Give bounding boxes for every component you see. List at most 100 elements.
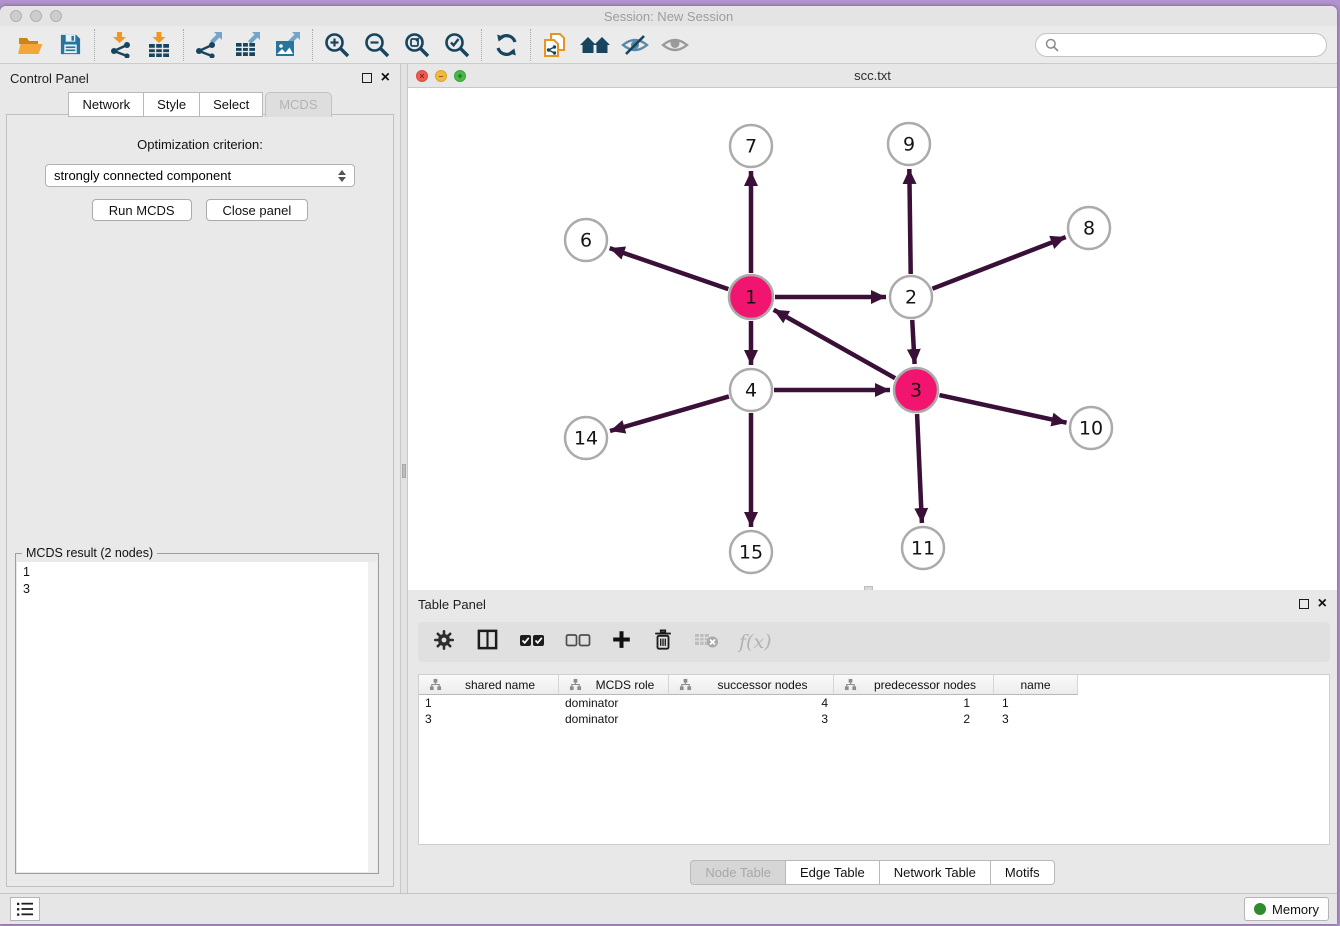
table-row[interactable]: 1dominator411 bbox=[419, 695, 1329, 711]
svg-text:9: 9 bbox=[903, 134, 915, 156]
result-line: 3 bbox=[23, 581, 377, 598]
import-network-button[interactable] bbox=[99, 28, 139, 62]
export-network-button[interactable] bbox=[188, 28, 228, 62]
zoom-fit-button[interactable] bbox=[397, 28, 437, 62]
save-session-button[interactable] bbox=[50, 28, 90, 62]
tab-network[interactable]: Network bbox=[68, 92, 144, 117]
column-header-shared-name[interactable]: shared name bbox=[419, 675, 559, 695]
tab-mcds[interactable]: MCDS bbox=[265, 92, 331, 117]
column-header-MCDS-role[interactable]: MCDS role bbox=[559, 675, 669, 695]
net-zoom-icon[interactable]: + bbox=[454, 70, 466, 82]
deselect-all-checkboxes-button[interactable] bbox=[565, 633, 591, 652]
window-zoom-icon[interactable] bbox=[50, 10, 62, 22]
column-header-successor-nodes[interactable]: successor nodes bbox=[669, 675, 834, 695]
graph-edge-2-3[interactable] bbox=[912, 320, 914, 364]
open-session-button[interactable] bbox=[10, 28, 50, 62]
tab-node-table[interactable]: Node Table bbox=[690, 860, 786, 885]
refresh-view-button[interactable] bbox=[486, 28, 526, 62]
zoom-selected-button[interactable] bbox=[437, 28, 477, 62]
graph-node-3[interactable]: 3 bbox=[894, 368, 938, 412]
close-table-panel-icon[interactable]: × bbox=[1318, 599, 1327, 609]
graph-edge-2-8[interactable] bbox=[932, 237, 1065, 289]
column-header-predecessor-nodes[interactable]: predecessor nodes bbox=[834, 675, 994, 695]
select-all-checkboxes-button[interactable] bbox=[519, 633, 545, 652]
show-details-button[interactable] bbox=[655, 28, 695, 62]
graph-edge-3-1[interactable] bbox=[774, 310, 895, 378]
close-panel-button[interactable]: Close panel bbox=[206, 199, 309, 221]
graph-edge-3-11[interactable] bbox=[917, 414, 922, 523]
tab-network-table[interactable]: Network Table bbox=[880, 860, 991, 885]
cell-name: 3 bbox=[994, 711, 1078, 727]
table-tabs: Node TableEdge TableNetwork TableMotifs bbox=[408, 860, 1337, 885]
delete-column-button[interactable] bbox=[652, 628, 674, 656]
function-builder-button[interactable]: f(x) bbox=[739, 631, 772, 653]
tab-select[interactable]: Select bbox=[200, 92, 263, 117]
copy-network-button[interactable] bbox=[535, 28, 575, 62]
criterion-value: strongly connected component bbox=[54, 168, 231, 183]
run-mcds-button[interactable]: Run MCDS bbox=[92, 199, 192, 221]
export-table-icon bbox=[234, 31, 262, 58]
graph-edge-4-14[interactable] bbox=[610, 396, 729, 431]
vertical-splitter[interactable] bbox=[400, 64, 408, 893]
graph-edge-3-10[interactable] bbox=[939, 395, 1066, 423]
memory-button[interactable]: Memory bbox=[1244, 897, 1329, 921]
plus-icon bbox=[611, 629, 632, 650]
splitter-grip[interactable] bbox=[402, 464, 406, 478]
column-header-name[interactable]: name bbox=[994, 675, 1078, 695]
result-scrollbar[interactable] bbox=[368, 562, 377, 872]
graph-node-6[interactable]: 6 bbox=[565, 219, 607, 261]
tab-edge-table[interactable]: Edge Table bbox=[786, 860, 880, 885]
delete-table-button[interactable] bbox=[694, 631, 719, 654]
svg-text:4: 4 bbox=[745, 380, 757, 402]
zoom-out-icon bbox=[363, 31, 391, 59]
home-layout-button[interactable] bbox=[575, 28, 615, 62]
export-table-button[interactable] bbox=[228, 28, 268, 62]
graph-node-15[interactable]: 15 bbox=[730, 531, 772, 573]
table-row[interactable]: 3dominator323 bbox=[419, 711, 1329, 727]
window-minimize-icon[interactable] bbox=[30, 10, 42, 22]
cell-mcds_role: dominator bbox=[559, 695, 669, 711]
net-close-icon[interactable]: × bbox=[416, 70, 428, 82]
result-line: 1 bbox=[23, 564, 377, 581]
split-columns-button[interactable] bbox=[476, 628, 499, 656]
graph-node-10[interactable]: 10 bbox=[1070, 407, 1112, 449]
graph-node-11[interactable]: 11 bbox=[902, 527, 944, 569]
graph-node-2[interactable]: 2 bbox=[890, 276, 932, 318]
close-panel-icon[interactable]: × bbox=[381, 73, 390, 83]
graph-node-4[interactable]: 4 bbox=[730, 369, 772, 411]
graph-node-14[interactable]: 14 bbox=[565, 417, 607, 459]
zoom-selected-icon bbox=[443, 31, 471, 59]
window-close-icon[interactable] bbox=[10, 10, 22, 22]
graph-edge-1-6[interactable] bbox=[610, 248, 729, 289]
import-table-button[interactable] bbox=[139, 28, 179, 62]
graph-node-7[interactable]: 7 bbox=[730, 125, 772, 167]
graph-node-8[interactable]: 8 bbox=[1068, 207, 1110, 249]
svg-text:3: 3 bbox=[910, 380, 922, 402]
zoom-out-button[interactable] bbox=[357, 28, 397, 62]
table-panel-title: Table Panel bbox=[418, 597, 486, 612]
export-image-button[interactable] bbox=[268, 28, 308, 62]
float-table-panel-icon[interactable] bbox=[1299, 599, 1309, 609]
tab-motifs[interactable]: Motifs bbox=[991, 860, 1055, 885]
network-canvas[interactable]: 7 9 6 8 1 2 4 3 14 10 15 11 bbox=[408, 88, 1337, 590]
add-column-button[interactable] bbox=[611, 629, 632, 655]
hide-details-button[interactable] bbox=[615, 28, 655, 62]
tab-style[interactable]: Style bbox=[144, 92, 200, 117]
search-field[interactable] bbox=[1035, 33, 1327, 57]
graph-edge-2-9[interactable] bbox=[909, 169, 910, 274]
control-panel-tabs: NetworkStyleSelectMCDS bbox=[0, 92, 400, 117]
float-panel-icon[interactable] bbox=[362, 73, 372, 83]
graph-node-1[interactable]: 1 bbox=[729, 275, 773, 319]
split-columns-icon bbox=[476, 628, 499, 651]
node-table[interactable]: shared nameMCDS rolesuccessor nodesprede… bbox=[418, 674, 1330, 845]
table-settings-button[interactable] bbox=[432, 628, 456, 657]
search-input[interactable] bbox=[1065, 38, 1317, 52]
graph-node-9[interactable]: 9 bbox=[888, 123, 930, 165]
svg-text:15: 15 bbox=[739, 542, 763, 564]
import-table-icon bbox=[146, 31, 172, 58]
criterion-dropdown[interactable]: strongly connected component bbox=[45, 164, 355, 187]
task-history-button[interactable] bbox=[10, 897, 40, 921]
net-minimize-icon[interactable]: – bbox=[435, 70, 447, 82]
mcds-result-list[interactable]: 13 bbox=[17, 562, 377, 872]
zoom-in-button[interactable] bbox=[317, 28, 357, 62]
